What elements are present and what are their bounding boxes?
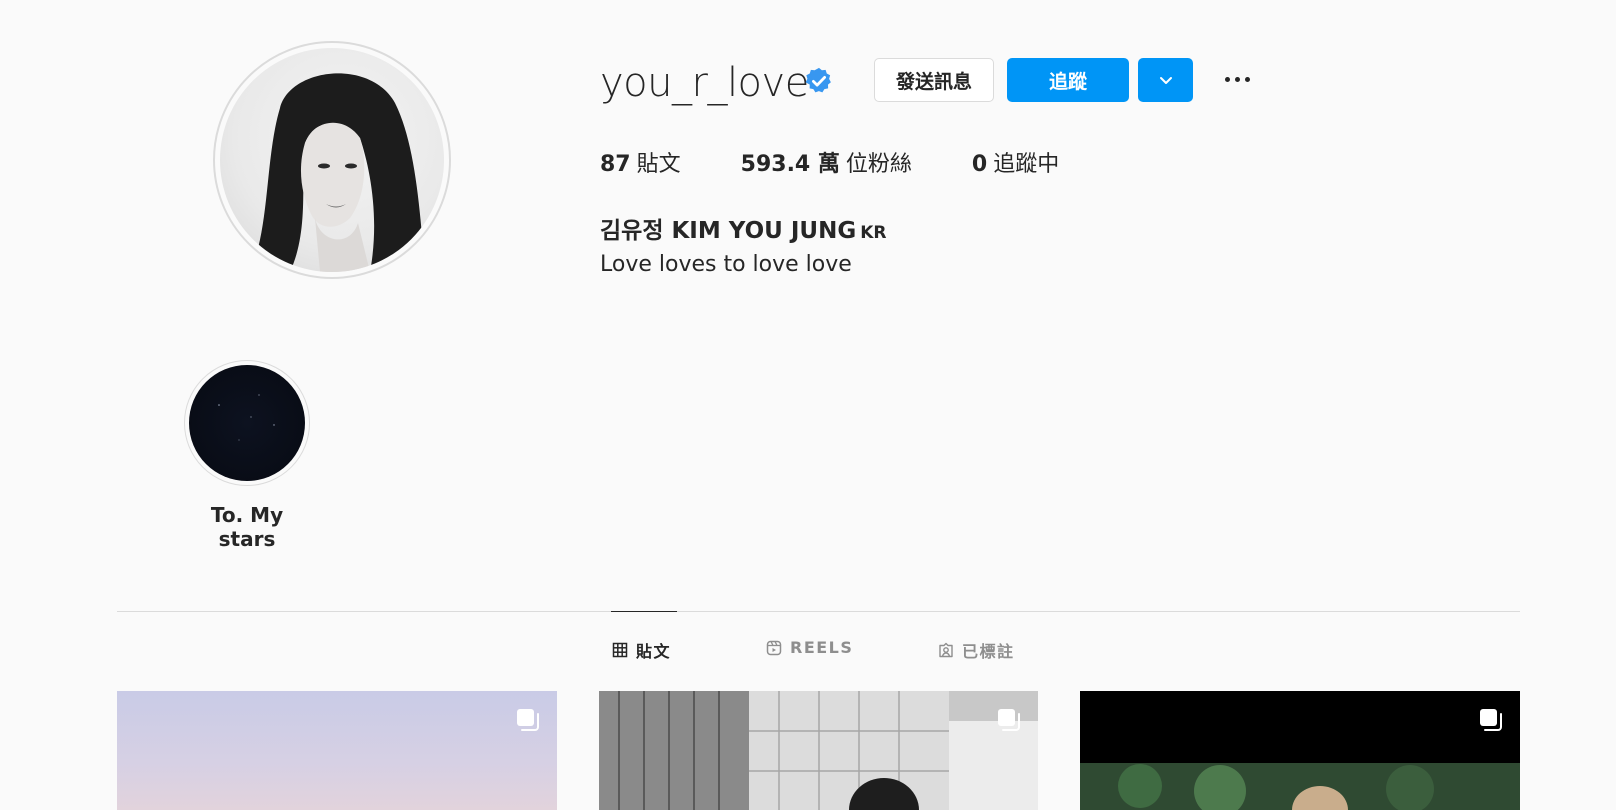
active-tab-indicator (611, 611, 677, 612)
profile-username: you_r_love (600, 60, 809, 106)
verified-badge-icon (805, 67, 831, 93)
carousel-icon (517, 709, 539, 731)
followers-count: 593.4 萬 (740, 152, 840, 177)
full-name-text: 김유정 KIM YOU JUNG (600, 218, 857, 244)
story-highlight[interactable] (184, 360, 310, 486)
tagged-icon (939, 642, 953, 658)
chevron-down-icon (1159, 77, 1172, 84)
following-stat[interactable]: 0 追蹤中 (972, 146, 1059, 178)
send-message-button[interactable]: 發送訊息 (874, 58, 994, 102)
post-thumbnail[interactable] (1080, 691, 1520, 810)
tab-tagged[interactable]: 已標註 (938, 638, 1015, 662)
suggested-accounts-button[interactable] (1138, 58, 1193, 102)
more-dot-icon (1224, 76, 1230, 82)
starfield-image (218, 394, 275, 441)
tab-posts-label: 貼文 (636, 642, 672, 661)
portrait-illustration (250, 73, 425, 272)
avatar-photo (220, 48, 444, 272)
profile-bio: Love loves to love love (600, 252, 852, 277)
more-dot-icon (1244, 76, 1250, 82)
tab-reels[interactable]: REELS (766, 638, 853, 657)
follow-button[interactable]: 追蹤 (1007, 58, 1129, 102)
more-dot-icon (1234, 76, 1240, 82)
reels-icon (766, 640, 782, 655)
carousel-icon (1480, 709, 1502, 731)
post-thumbnail[interactable] (599, 691, 1038, 810)
carousel-icon (998, 709, 1020, 731)
profile-page: you_r_love 發送訊息 追蹤 87 貼文 593.4 萬 位粉絲 0 追… (0, 0, 1616, 810)
following-label: 追蹤中 (993, 152, 1060, 177)
tab-tagged-label: 已標註 (962, 642, 1015, 661)
posts-count: 87 (600, 152, 631, 177)
following-count: 0 (971, 152, 988, 177)
post-thumbnail[interactable] (117, 691, 557, 810)
more-options-button[interactable] (1218, 64, 1256, 94)
garden-photo (1080, 691, 1520, 810)
tab-posts[interactable]: 貼文 (612, 638, 671, 662)
highlight-label: To. My stars (210, 503, 284, 551)
tabs-divider (117, 611, 1520, 612)
tab-reels-label: REELS (790, 638, 854, 657)
followers-label: 位粉絲 (845, 152, 912, 177)
posts-stat: 87 貼文 (600, 146, 681, 178)
profile-avatar[interactable] (213, 41, 451, 279)
profile-stats: 87 貼文 593.4 萬 位粉絲 0 追蹤中 (600, 146, 1119, 178)
full-name-suffix: KR (860, 223, 887, 243)
highlight-cover (189, 365, 305, 481)
followers-stat[interactable]: 593.4 萬 位粉絲 (741, 146, 912, 178)
posts-label: 貼文 (636, 152, 681, 177)
grid-icon (612, 642, 628, 658)
building-photo (599, 691, 1038, 810)
profile-full-name: 김유정 KIM YOU JUNG KR (600, 211, 886, 245)
